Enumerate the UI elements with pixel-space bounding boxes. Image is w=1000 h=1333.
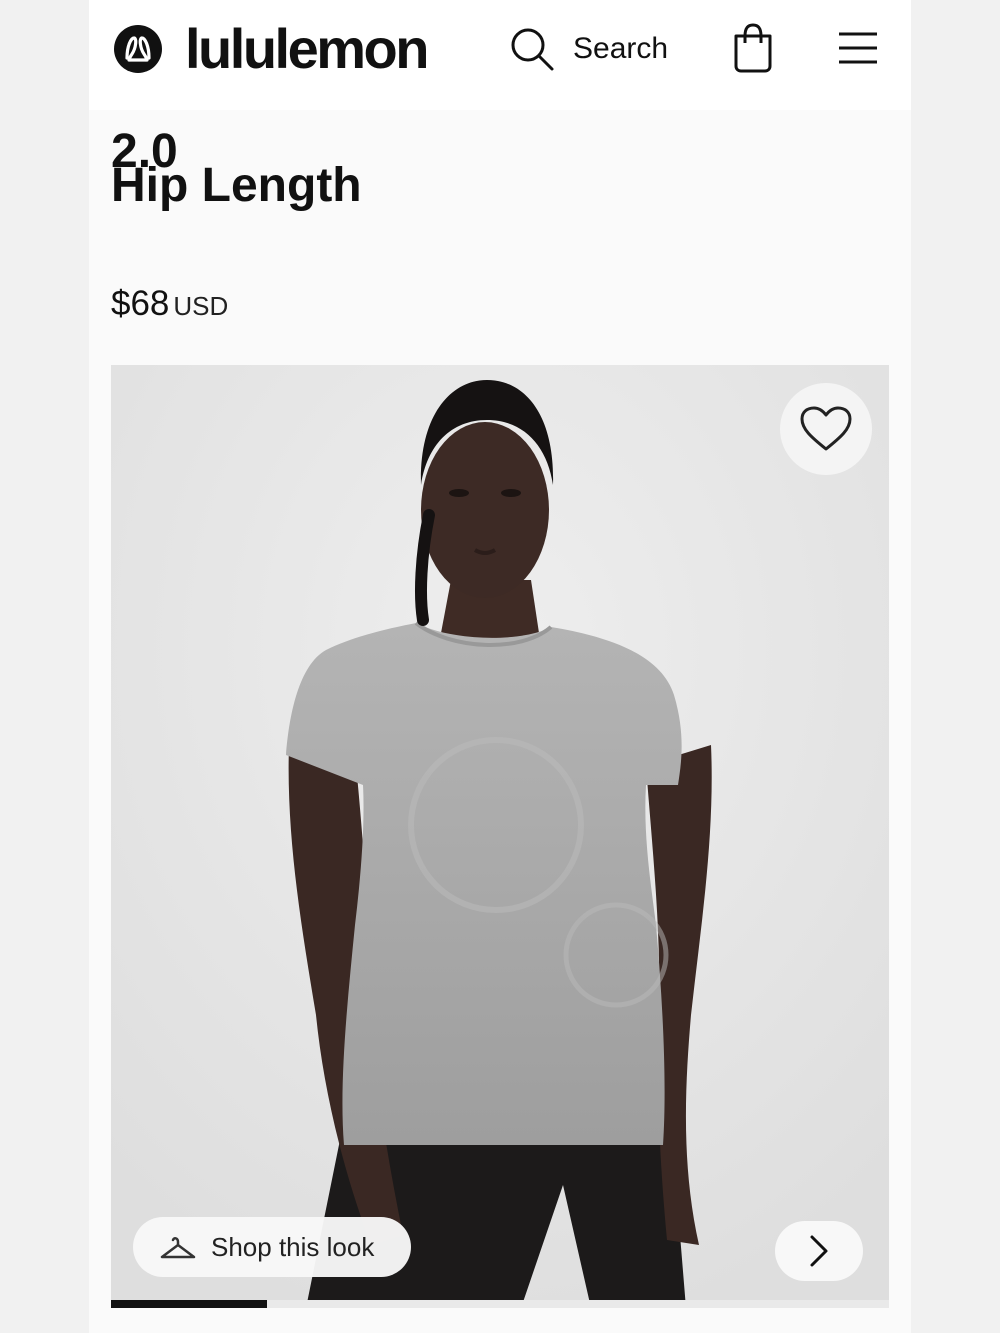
lululemon-logo-icon[interactable] <box>113 24 163 74</box>
search-label: Search <box>573 32 669 65</box>
shopping-bag-icon[interactable] <box>731 22 775 74</box>
product-price: $68 USD <box>111 282 228 333</box>
product-title-line-2: Hip Length <box>111 159 362 212</box>
price-amount: $68 <box>111 284 170 323</box>
search-icon <box>511 28 554 71</box>
price-currency: USD <box>173 291 229 321</box>
chevron-right-icon <box>810 1235 828 1267</box>
carousel-progress-bar <box>111 1300 889 1308</box>
shop-this-look-button[interactable]: Shop this look <box>133 1217 411 1277</box>
title-cut-off-fragment <box>111 104 311 118</box>
heart-icon <box>800 406 852 451</box>
hamburger-menu-icon[interactable] <box>837 30 879 66</box>
wishlist-button[interactable] <box>780 383 872 475</box>
next-image-button[interactable] <box>775 1221 863 1281</box>
hanger-icon <box>160 1237 196 1259</box>
product-image-carousel[interactable]: Shop this look <box>111 365 889 1308</box>
shop-this-look-label: Shop this look <box>211 1231 375 1262</box>
brand-wordmark[interactable]: lululemon <box>185 14 429 84</box>
product-photo <box>111 365 889 1308</box>
carousel-progress-fill <box>111 1300 267 1308</box>
site-header: lululemon Search <box>89 0 911 110</box>
search-button[interactable]: Search <box>509 24 679 74</box>
product-page: lululemon Search 2.0 Hip Length $68USD <box>89 0 911 1333</box>
